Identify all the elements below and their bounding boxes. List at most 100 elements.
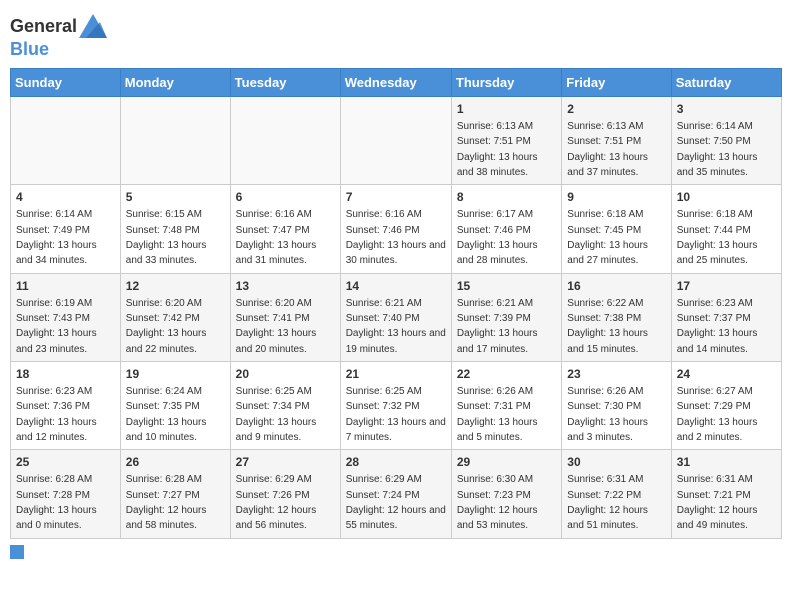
day-number: 25 [16, 454, 115, 471]
day-info: Sunrise: 6:30 AM Sunset: 7:23 PM Dayligh… [457, 474, 538, 531]
day-info: Sunrise: 6:23 AM Sunset: 7:37 PM Dayligh… [677, 298, 758, 355]
day-info: Sunrise: 6:26 AM Sunset: 7:30 PM Dayligh… [567, 386, 648, 443]
day-number: 30 [567, 454, 665, 471]
calendar-day-cell: 19 Sunrise: 6:24 AM Sunset: 7:35 PM Dayli… [120, 362, 230, 450]
day-number: 21 [346, 366, 446, 383]
logo: General Blue [10, 14, 107, 60]
logo-text-line1: General [10, 17, 77, 37]
calendar-day-cell: 21 Sunrise: 6:25 AM Sunset: 7:32 PM Dayli… [340, 362, 451, 450]
day-info: Sunrise: 6:26 AM Sunset: 7:31 PM Dayligh… [457, 386, 538, 443]
calendar-day-cell [11, 97, 121, 185]
day-info: Sunrise: 6:13 AM Sunset: 7:51 PM Dayligh… [567, 121, 648, 178]
calendar-day-cell: 4 Sunrise: 6:14 AM Sunset: 7:49 PM Daylig… [11, 185, 121, 273]
legend [10, 545, 782, 559]
calendar-day-header: Saturday [671, 69, 781, 97]
calendar-day-header: Monday [120, 69, 230, 97]
day-info: Sunrise: 6:24 AM Sunset: 7:35 PM Dayligh… [126, 386, 207, 443]
calendar-day-cell: 24 Sunrise: 6:27 AM Sunset: 7:29 PM Dayli… [671, 362, 781, 450]
day-number: 3 [677, 101, 776, 118]
day-info: Sunrise: 6:29 AM Sunset: 7:26 PM Dayligh… [236, 474, 317, 531]
day-number: 10 [677, 189, 776, 206]
calendar-day-cell: 11 Sunrise: 6:19 AM Sunset: 7:43 PM Dayli… [11, 273, 121, 361]
day-number: 13 [236, 278, 335, 295]
calendar-week-row: 1 Sunrise: 6:13 AM Sunset: 7:51 PM Daylig… [11, 97, 782, 185]
calendar-day-header: Friday [562, 69, 671, 97]
day-number: 1 [457, 101, 556, 118]
day-number: 22 [457, 366, 556, 383]
calendar-day-cell: 16Sunrise: 6:22 AM Sunset: 7:38 PM Dayli… [562, 273, 671, 361]
day-info: Sunrise: 6:28 AM Sunset: 7:27 PM Dayligh… [126, 474, 207, 531]
calendar-day-cell: 22 Sunrise: 6:26 AM Sunset: 7:31 PM Dayli… [451, 362, 561, 450]
day-number: 9 [567, 189, 665, 206]
day-number: 27 [236, 454, 335, 471]
day-number: 2 [567, 101, 665, 118]
calendar-day-cell: 26 Sunrise: 6:28 AM Sunset: 7:27 PM Dayli… [120, 450, 230, 538]
calendar-day-cell: 28Sunrise: 6:29 AM Sunset: 7:24 PM Dayli… [340, 450, 451, 538]
day-info: Sunrise: 6:31 AM Sunset: 7:21 PM Dayligh… [677, 474, 758, 531]
day-number: 15 [457, 278, 556, 295]
calendar-day-cell: 9Sunrise: 6:18 AM Sunset: 7:45 PM Daylig… [562, 185, 671, 273]
day-number: 17 [677, 278, 776, 295]
calendar-day-cell: 29 Sunrise: 6:30 AM Sunset: 7:23 PM Dayli… [451, 450, 561, 538]
calendar-day-cell [120, 97, 230, 185]
calendar-day-cell: 7 Sunrise: 6:16 AM Sunset: 7:46 PM Daylig… [340, 185, 451, 273]
day-info: Sunrise: 6:25 AM Sunset: 7:34 PM Dayligh… [236, 386, 317, 443]
day-number: 31 [677, 454, 776, 471]
calendar-header-row: SundayMondayTuesdayWednesdayThursdayFrid… [11, 69, 782, 97]
calendar-day-cell: 20Sunrise: 6:25 AM Sunset: 7:34 PM Dayli… [230, 362, 340, 450]
day-info: Sunrise: 6:31 AM Sunset: 7:22 PM Dayligh… [567, 474, 648, 531]
day-info: Sunrise: 6:25 AM Sunset: 7:32 PM Dayligh… [346, 386, 446, 443]
day-number: 19 [126, 366, 225, 383]
calendar-week-row: 18Sunrise: 6:23 AM Sunset: 7:36 PM Dayli… [11, 362, 782, 450]
day-info: Sunrise: 6:16 AM Sunset: 7:47 PM Dayligh… [236, 209, 317, 266]
day-number: 29 [457, 454, 556, 471]
calendar-day-cell: 23 Sunrise: 6:26 AM Sunset: 7:30 PM Dayli… [562, 362, 671, 450]
day-info: Sunrise: 6:17 AM Sunset: 7:46 PM Dayligh… [457, 209, 538, 266]
calendar-day-header: Sunday [11, 69, 121, 97]
day-info: Sunrise: 6:28 AM Sunset: 7:28 PM Dayligh… [16, 474, 97, 531]
calendar-day-cell: 3 Sunrise: 6:14 AM Sunset: 7:50 PM Daylig… [671, 97, 781, 185]
day-info: Sunrise: 6:21 AM Sunset: 7:40 PM Dayligh… [346, 298, 446, 355]
day-info: Sunrise: 6:16 AM Sunset: 7:46 PM Dayligh… [346, 209, 446, 266]
calendar-day-header: Thursday [451, 69, 561, 97]
calendar-week-row: 25 Sunrise: 6:28 AM Sunset: 7:28 PM Dayli… [11, 450, 782, 538]
calendar-day-cell: 14 Sunrise: 6:21 AM Sunset: 7:40 PM Dayli… [340, 273, 451, 361]
logo-icon [79, 14, 107, 38]
calendar-week-row: 11 Sunrise: 6:19 AM Sunset: 7:43 PM Dayli… [11, 273, 782, 361]
day-info: Sunrise: 6:13 AM Sunset: 7:51 PM Dayligh… [457, 121, 538, 178]
day-number: 6 [236, 189, 335, 206]
day-info: Sunrise: 6:15 AM Sunset: 7:48 PM Dayligh… [126, 209, 207, 266]
day-number: 24 [677, 366, 776, 383]
day-number: 26 [126, 454, 225, 471]
day-number: 14 [346, 278, 446, 295]
calendar-day-cell: 31 Sunrise: 6:31 AM Sunset: 7:21 PM Dayli… [671, 450, 781, 538]
day-number: 7 [346, 189, 446, 206]
day-info: Sunrise: 6:14 AM Sunset: 7:49 PM Dayligh… [16, 209, 97, 266]
calendar-day-cell: 1 Sunrise: 6:13 AM Sunset: 7:51 PM Daylig… [451, 97, 561, 185]
day-info: Sunrise: 6:19 AM Sunset: 7:43 PM Dayligh… [16, 298, 97, 355]
day-number: 5 [126, 189, 225, 206]
day-number: 4 [16, 189, 115, 206]
calendar-day-cell: 27 Sunrise: 6:29 AM Sunset: 7:26 PM Dayli… [230, 450, 340, 538]
legend-color-box [10, 545, 24, 559]
day-info: Sunrise: 6:22 AM Sunset: 7:38 PM Dayligh… [567, 298, 648, 355]
day-number: 23 [567, 366, 665, 383]
day-number: 28 [346, 454, 446, 471]
calendar-day-cell [230, 97, 340, 185]
day-info: Sunrise: 6:20 AM Sunset: 7:42 PM Dayligh… [126, 298, 207, 355]
calendar-day-cell: 18Sunrise: 6:23 AM Sunset: 7:36 PM Dayli… [11, 362, 121, 450]
day-number: 11 [16, 278, 115, 295]
calendar-day-cell: 12 Sunrise: 6:20 AM Sunset: 7:42 PM Dayli… [120, 273, 230, 361]
day-info: Sunrise: 6:23 AM Sunset: 7:36 PM Dayligh… [16, 386, 97, 443]
calendar-day-header: Tuesday [230, 69, 340, 97]
page-header: General Blue [10, 10, 782, 60]
day-number: 12 [126, 278, 225, 295]
calendar-day-cell: 5 Sunrise: 6:15 AM Sunset: 7:48 PM Daylig… [120, 185, 230, 273]
calendar-day-cell: 2 Sunrise: 6:13 AM Sunset: 7:51 PM Daylig… [562, 97, 671, 185]
calendar-table: SundayMondayTuesdayWednesdayThursdayFrid… [10, 68, 782, 539]
day-info: Sunrise: 6:27 AM Sunset: 7:29 PM Dayligh… [677, 386, 758, 443]
day-info: Sunrise: 6:21 AM Sunset: 7:39 PM Dayligh… [457, 298, 538, 355]
calendar-day-cell [340, 97, 451, 185]
calendar-day-cell: 10Sunrise: 6:18 AM Sunset: 7:44 PM Dayli… [671, 185, 781, 273]
day-info: Sunrise: 6:14 AM Sunset: 7:50 PM Dayligh… [677, 121, 758, 178]
